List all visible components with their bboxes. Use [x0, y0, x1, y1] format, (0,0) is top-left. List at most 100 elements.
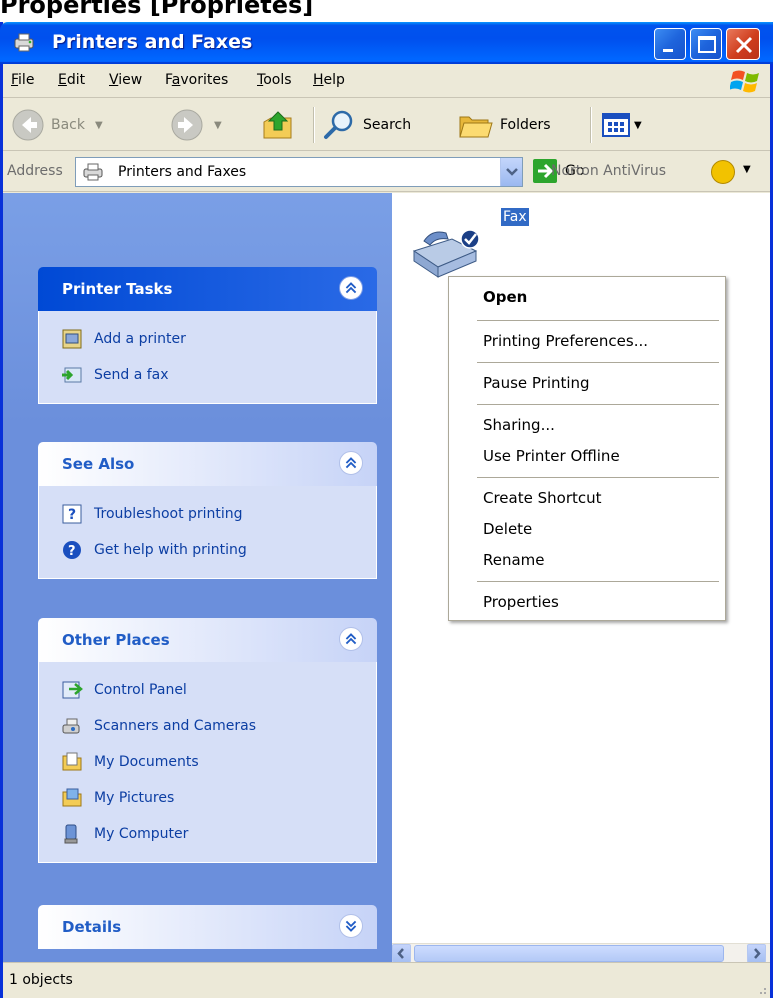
search-button[interactable]: Search: [323, 107, 411, 143]
menu-separator: [477, 477, 719, 478]
minimize-icon: [663, 49, 673, 52]
scroll-left-button[interactable]: [392, 944, 411, 963]
toolbar-separator: [313, 107, 315, 143]
views-icon: [602, 113, 630, 137]
panel-header[interactable]: Other Places: [38, 618, 377, 662]
ctx-sharing[interactable]: Sharing...: [449, 410, 725, 441]
printer-folder-icon: [14, 33, 34, 52]
other-places-panel: Other Places Control Panel Scanners and …: [38, 618, 377, 863]
add-printer-link[interactable]: Add a printer: [39, 321, 376, 357]
norton-icon[interactable]: [711, 160, 735, 184]
standard-toolbar: Back ▼ ▼ Search Folders ▼: [3, 99, 770, 151]
forward-dropdown-icon[interactable]: ▼: [214, 120, 222, 131]
ctx-pause-printing[interactable]: Pause Printing: [449, 368, 725, 399]
toolbar-separator: [590, 107, 592, 143]
troubleshoot-printing-link[interactable]: ? Troubleshoot printing: [39, 496, 376, 532]
scroll-thumb[interactable]: [414, 945, 724, 962]
get-help-printing-link[interactable]: ? Get help with printing: [39, 532, 376, 568]
norton-antivirus-label[interactable]: Norton AntiVirus: [551, 163, 666, 179]
my-pictures-icon: [62, 788, 82, 807]
menu-separator: [477, 320, 719, 321]
forward-button[interactable]: ▼: [170, 107, 222, 143]
printer-folder-icon: [83, 163, 103, 181]
address-dropdown-button[interactable]: [500, 158, 522, 186]
svg-text:?: ?: [68, 544, 76, 559]
minimize-button[interactable]: [654, 28, 686, 60]
resize-grip-icon[interactable]: [754, 982, 768, 996]
menu-separator: [477, 362, 719, 363]
views-button[interactable]: ▼: [601, 107, 642, 143]
status-bar: 1 objects: [3, 962, 770, 998]
send-fax-link[interactable]: Send a fax: [39, 357, 376, 393]
menu-tools[interactable]: Tools: [257, 72, 292, 88]
title-bar[interactable]: Printers and Faxes: [0, 22, 773, 64]
menu-separator: [477, 404, 719, 405]
add-printer-icon: [62, 329, 82, 349]
send-fax-icon: [62, 367, 82, 383]
scroll-right-button[interactable]: [747, 944, 766, 963]
panel-header[interactable]: Details: [38, 905, 377, 949]
maximize-button[interactable]: [690, 28, 722, 60]
address-bar: Address Printers and Faxes Go Norton Ant…: [3, 152, 770, 192]
search-icon: [324, 110, 353, 139]
ctx-open[interactable]: Open: [449, 279, 725, 315]
fax-item-label[interactable]: Fax: [501, 208, 529, 226]
windows-logo-icon: [730, 70, 759, 93]
views-dropdown-icon: ▼: [634, 119, 642, 131]
scanners-cameras-link[interactable]: Scanners and Cameras: [39, 708, 376, 744]
ctx-properties[interactable]: Properties: [449, 587, 725, 618]
printer-tasks-panel: Printer Tasks Add a printer Send a fax: [38, 267, 377, 404]
expand-chevron-icon[interactable]: [339, 914, 363, 938]
svg-text:?: ?: [68, 507, 76, 523]
up-folder-button[interactable]: [261, 107, 295, 143]
maximize-icon: [698, 36, 716, 53]
menu-help[interactable]: Help: [313, 72, 345, 88]
chevron-right-icon: [754, 948, 761, 959]
back-button[interactable]: Back ▼: [11, 107, 103, 143]
control-panel-icon: [62, 681, 83, 699]
my-documents-link[interactable]: My Documents: [39, 744, 376, 780]
menu-bar: File Edit View Favorites Tools Help: [3, 64, 770, 98]
my-computer-icon: [64, 824, 78, 844]
page-caption: Properties [Propriétés]: [0, 0, 314, 19]
close-button[interactable]: [726, 28, 760, 60]
collapse-chevron-icon[interactable]: [339, 451, 363, 475]
horizontal-scrollbar[interactable]: [392, 943, 770, 963]
norton-dropdown-icon[interactable]: ▼: [743, 164, 751, 175]
folders-button[interactable]: Folders: [458, 107, 551, 143]
control-panel-link[interactable]: Control Panel: [39, 672, 376, 708]
up-folder-icon: [263, 111, 292, 139]
task-pane: Printer Tasks Add a printer Send a fax S…: [3, 193, 392, 962]
fax-printer-icon[interactable]: [410, 225, 480, 281]
ctx-create-shortcut[interactable]: Create Shortcut: [449, 483, 725, 514]
panel-header[interactable]: See Also: [38, 442, 377, 486]
menu-favorites[interactable]: Favorites: [165, 72, 228, 88]
panel-body: Control Panel Scanners and Cameras My Do…: [38, 662, 377, 863]
folders-icon: [459, 116, 493, 138]
menu-edit[interactable]: Edit: [58, 72, 85, 88]
scanner-camera-icon: [62, 718, 80, 734]
back-arrow-icon: [12, 109, 44, 141]
help-book-icon: ?: [62, 504, 82, 524]
ctx-rename[interactable]: Rename: [449, 545, 725, 576]
collapse-chevron-icon[interactable]: [339, 627, 363, 651]
ctx-printing-preferences[interactable]: Printing Preferences...: [449, 326, 725, 357]
panel-body: ? Troubleshoot printing ? Get help with …: [38, 486, 377, 579]
address-value: Printers and Faxes: [118, 164, 247, 180]
collapse-chevron-icon[interactable]: [339, 276, 363, 300]
menu-separator: [477, 581, 719, 582]
panel-body: Add a printer Send a fax: [38, 311, 377, 404]
menu-view[interactable]: View: [109, 72, 142, 88]
panel-header[interactable]: Printer Tasks: [38, 267, 377, 311]
my-pictures-link[interactable]: My Pictures: [39, 780, 376, 816]
forward-arrow-icon: [171, 109, 203, 141]
menu-file[interactable]: File: [11, 72, 34, 88]
ctx-use-printer-offline[interactable]: Use Printer Offline: [449, 441, 725, 472]
address-input[interactable]: Printers and Faxes: [75, 157, 523, 187]
ctx-delete[interactable]: Delete: [449, 514, 725, 545]
chevron-down-icon: [506, 168, 518, 176]
my-computer-link[interactable]: My Computer: [39, 816, 376, 852]
window-title: Printers and Faxes: [52, 31, 253, 53]
back-dropdown-icon[interactable]: ▼: [95, 120, 103, 131]
details-panel: Details: [38, 905, 377, 949]
